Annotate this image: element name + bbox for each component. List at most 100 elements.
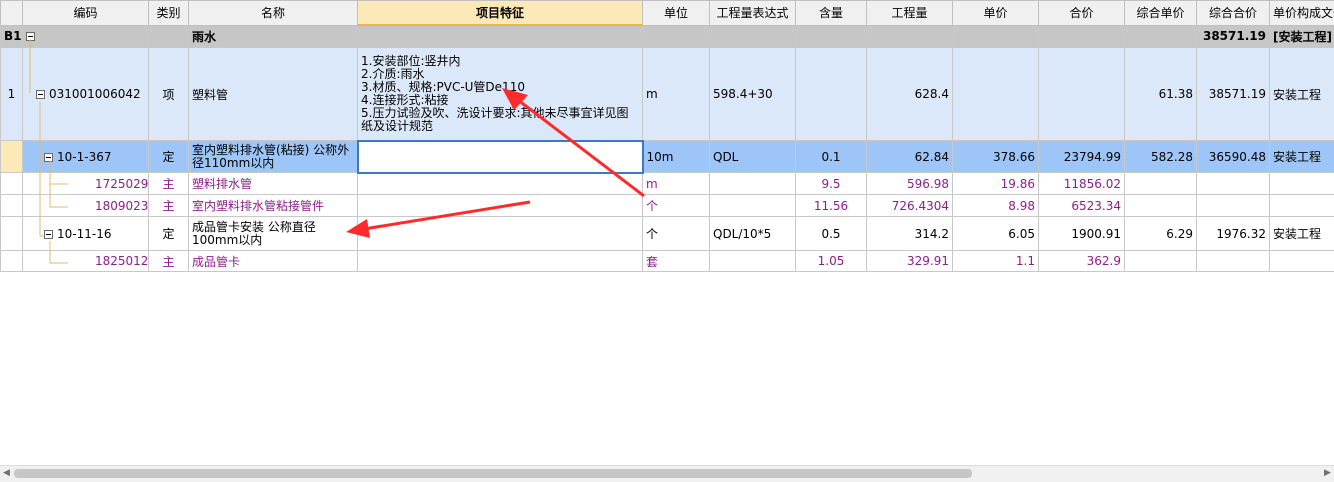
- quota2-price: 6.05: [953, 217, 1039, 251]
- mat2-code: 18090232: [23, 195, 149, 217]
- collapse-icon[interactable]: [36, 90, 45, 99]
- scroll-left-icon[interactable]: ◀: [2, 469, 11, 478]
- collapse-icon[interactable]: [44, 153, 53, 162]
- mat3-total: 362.9: [1039, 251, 1125, 272]
- header-code[interactable]: 编码: [23, 1, 149, 26]
- mat2-name: 室内塑料排水管粘接管件: [189, 195, 358, 217]
- quota2-total: 1900.91: [1039, 217, 1125, 251]
- header-row: 编码 类别 名称 项目特征 单位 工程量表达式 含量 工程量 单价 合价 综合单…: [1, 1, 1334, 26]
- item-qty: 628.4: [867, 48, 953, 141]
- quota1-total: 23794.99: [1039, 141, 1125, 173]
- row-marker: [1, 141, 23, 173]
- group-name: 雨水: [189, 25, 358, 48]
- header-content[interactable]: 含量: [796, 1, 867, 26]
- mat3-kind: 主: [149, 251, 189, 272]
- item-no: 1: [1, 48, 23, 141]
- header-qty[interactable]: 工程量: [867, 1, 953, 26]
- mat1-content[interactable]: 9.5: [796, 173, 867, 195]
- mat3-content[interactable]: 1.05: [796, 251, 867, 272]
- table-row[interactable]: 10-11-16 定 成品管卡安装 公称直径100mm以内 个 QDL/10*5…: [1, 217, 1334, 251]
- item-file: 安装工程: [1270, 48, 1334, 141]
- group-no: B1: [1, 25, 23, 48]
- quota1-file: 安装工程: [1270, 141, 1334, 173]
- mat2-kind: 主: [149, 195, 189, 217]
- mat1-kind: 主: [149, 173, 189, 195]
- quota2-comp-total: 1976.32: [1197, 217, 1270, 251]
- quota2-code: 10-11-16: [57, 227, 111, 241]
- item-expr[interactable]: 598.4+30: [710, 48, 796, 141]
- mat1-price: 19.86: [953, 173, 1039, 195]
- feature-line: 5.压力试验及吹、洗设计要求:其他未尽事宜详见图纸及设计规范: [361, 107, 639, 133]
- budget-grid: 编码 类别 名称 项目特征 单位 工程量表达式 含量 工程量 单价 合价 综合单…: [0, 0, 1334, 272]
- mat3-name: 成品管卡: [189, 251, 358, 272]
- table-row[interactable]: 18090232 主 室内塑料排水管粘接管件 个 11.56 726.4304 …: [1, 195, 1334, 217]
- feature-line: 4.连接形式:粘接: [361, 94, 639, 107]
- quota1-comp-total: 36590.48: [1197, 141, 1270, 173]
- scroll-right-icon[interactable]: ▶: [1323, 469, 1332, 478]
- quota2-comp-price: 6.29: [1125, 217, 1197, 251]
- quota1-comp-price: 582.28: [1125, 141, 1197, 173]
- table-row-selected[interactable]: 10-1-367 定 室内塑料排水管(粘接) 公称外径110mm以内 10m Q…: [1, 141, 1334, 173]
- table-row[interactable]: 18250127 主 成品管卡 套 1.05 329.91 1.1 362.9: [1, 251, 1334, 272]
- mat1-code: 17250299: [23, 173, 149, 195]
- header-name[interactable]: 名称: [189, 1, 358, 26]
- quota2-name: 成品管卡安装 公称直径100mm以内: [189, 217, 358, 251]
- header-rownum[interactable]: [1, 1, 23, 26]
- quota1-expr[interactable]: QDL: [710, 141, 796, 173]
- quota1-unit: 10m: [643, 141, 710, 173]
- quota1-qty: 62.84: [867, 141, 953, 173]
- features-edit-cell[interactable]: [358, 141, 643, 173]
- item-name: 塑料管: [189, 48, 358, 141]
- header-expr[interactable]: 工程量表达式: [710, 1, 796, 26]
- quota1-code-cell: 10-1-367: [23, 141, 149, 173]
- mat3-price: 1.1: [953, 251, 1039, 272]
- collapse-icon[interactable]: [26, 32, 35, 41]
- horizontal-scrollbar[interactable]: ◀ ▶: [0, 465, 1334, 482]
- budget-table: 编码 类别 名称 项目特征 单位 工程量表达式 含量 工程量 单价 合价 综合单…: [0, 0, 1334, 272]
- group-row[interactable]: B1 雨水 38571.19 [安装工程]: [1, 25, 1334, 48]
- table-row[interactable]: 1 031001006042 项 塑料管 1.安装部位:竖井内 2.介质:雨水 …: [1, 48, 1334, 141]
- item-kind: 项: [149, 48, 189, 141]
- header-kind[interactable]: 类别: [149, 1, 189, 26]
- mat3-qty: 329.91: [867, 251, 953, 272]
- quota1-kind: 定: [149, 141, 189, 173]
- mat1-total: 11856.02: [1039, 173, 1125, 195]
- mat3-code: 18250127: [23, 251, 149, 272]
- group-total: 38571.19: [1197, 25, 1270, 48]
- mat2-price: 8.98: [953, 195, 1039, 217]
- quota1-name: 室内塑料排水管(粘接) 公称外径110mm以内: [189, 141, 358, 173]
- quota2-file: 安装工程: [1270, 217, 1334, 251]
- mat3-unit: 套: [643, 251, 710, 272]
- table-row[interactable]: 17250299 主 塑料排水管 m 9.5 596.98 19.86 1185…: [1, 173, 1334, 195]
- quota2-unit: 个: [643, 217, 710, 251]
- collapse-icon[interactable]: [44, 230, 53, 239]
- mat2-qty: 726.4304: [867, 195, 953, 217]
- quota2-code-cell: 10-11-16: [23, 217, 149, 251]
- mat2-total: 6523.34: [1039, 195, 1125, 217]
- group-code-cell: [23, 25, 149, 48]
- header-total[interactable]: 合价: [1039, 1, 1125, 26]
- item-code-cell: 031001006042: [23, 48, 149, 141]
- item-unit: m: [643, 48, 710, 141]
- mat1-unit: m: [643, 173, 710, 195]
- quota1-price: 378.66: [953, 141, 1039, 173]
- header-file[interactable]: 单价构成文件: [1270, 1, 1334, 26]
- header-comp-total[interactable]: 综合合价: [1197, 1, 1270, 26]
- quota2-kind: 定: [149, 217, 189, 251]
- item-features[interactable]: 1.安装部位:竖井内 2.介质:雨水 3.材质、规格:PVC-U管De110 4…: [358, 48, 643, 141]
- mat2-unit: 个: [643, 195, 710, 217]
- quota2-expr[interactable]: QDL/10*5: [710, 217, 796, 251]
- feature-line: 2.介质:雨水: [361, 68, 639, 81]
- quota1-content[interactable]: 0.1: [796, 141, 867, 173]
- header-features[interactable]: 项目特征: [358, 1, 643, 26]
- header-unit[interactable]: 单位: [643, 1, 710, 26]
- quota2-qty: 314.2: [867, 217, 953, 251]
- scroll-thumb[interactable]: [14, 469, 972, 478]
- mat1-name: 塑料排水管: [189, 173, 358, 195]
- quota2-content[interactable]: 0.5: [796, 217, 867, 251]
- header-price[interactable]: 单价: [953, 1, 1039, 26]
- quota1-code: 10-1-367: [57, 150, 111, 164]
- feature-line: 3.材质、规格:PVC-U管De110: [361, 81, 639, 94]
- header-comp-price[interactable]: 综合单价: [1125, 1, 1197, 26]
- mat2-content[interactable]: 11.56: [796, 195, 867, 217]
